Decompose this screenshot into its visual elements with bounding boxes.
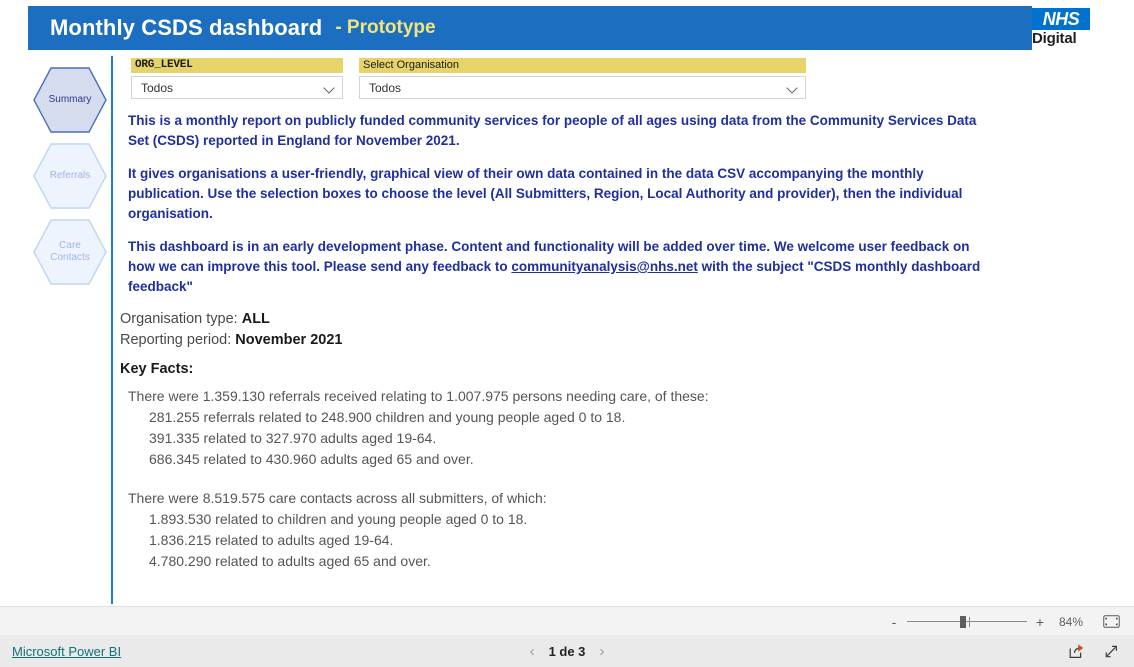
zoom-in-button[interactable]: + xyxy=(1032,615,1048,629)
status-bar: - + 84% xyxy=(0,606,1134,637)
facts-spacer xyxy=(128,470,709,488)
hexagon-navigation: Summary Referrals Care Contacts xyxy=(32,62,108,290)
fit-to-page-button[interactable] xyxy=(1098,613,1124,631)
sidebar-item-summary[interactable]: Summary xyxy=(32,62,108,138)
slicer-org-level: ORG_LEVEL Todos xyxy=(131,58,343,99)
referrals-item: 391.335 related to 327.970 adults aged 1… xyxy=(149,430,437,446)
organisation-type-row: Organisation type: ALL xyxy=(120,309,342,330)
hexagon-shape-icon xyxy=(33,143,107,209)
feedback-email-link[interactable]: communityanalysis@nhs.net xyxy=(511,259,697,274)
contacts-item: 1.836.215 related to adults aged 19-64. xyxy=(149,532,394,548)
nhs-logo-mark: NHS xyxy=(1032,8,1090,30)
slicer-organisation: Select Organisation Todos xyxy=(359,58,806,99)
zoom-percent-label: 84% xyxy=(1058,614,1084,629)
chevron-down-icon xyxy=(324,82,335,93)
intro-paragraph-3: This dashboard is in an early developmen… xyxy=(128,237,986,297)
vertical-divider xyxy=(111,56,113,604)
key-facts-heading: Key Facts: xyxy=(120,361,194,377)
referrals-lead: There were 1.359.130 referrals received … xyxy=(128,388,709,404)
next-page-button[interactable]: › xyxy=(585,643,618,660)
referrals-item: 686.345 related to 430.960 adults aged 6… xyxy=(149,451,474,467)
contacts-item: 4.780.290 related to adults aged 65 and … xyxy=(149,553,431,569)
zoom-slider-track xyxy=(907,620,1027,622)
share-button[interactable] xyxy=(1068,643,1085,660)
contacts-item: 1.893.530 related to children and young … xyxy=(149,511,528,527)
chevron-down-icon xyxy=(787,82,798,93)
zoom-slider[interactable] xyxy=(907,615,1027,628)
power-bi-report-window: Monthly CSDS dashboard - Prototype NHS D… xyxy=(0,0,1134,667)
nhs-digital-logo: NHS Digital xyxy=(1032,6,1098,50)
nhs-logo-word: Digital xyxy=(1032,30,1077,47)
report-footer: Microsoft Power BI ‹ 1 de 3 › xyxy=(0,635,1134,667)
focus-mode-button[interactable] xyxy=(1103,643,1120,660)
slicer-organisation-dropdown[interactable]: Todos xyxy=(359,76,806,99)
hexagon-shape-icon xyxy=(33,67,107,133)
focus-mode-icon xyxy=(1105,645,1117,657)
slicer-organisation-value: Todos xyxy=(369,80,402,95)
zoom-slider-tick xyxy=(969,616,970,627)
report-header-banner: Monthly CSDS dashboard - Prototype xyxy=(28,6,1032,50)
hexagon-shape-icon xyxy=(33,219,107,285)
referrals-item: 281.255 referrals related to 248.900 chi… xyxy=(149,409,626,425)
slicer-org-level-header: ORG_LEVEL xyxy=(131,58,343,73)
organisation-type-label: Organisation type: xyxy=(120,311,238,327)
previous-page-button[interactable]: ‹ xyxy=(516,643,549,660)
reporting-period-label: Reporting period: xyxy=(120,332,232,348)
fit-to-page-icon xyxy=(1102,615,1120,628)
intro-text-block: This is a monthly report on publicly fun… xyxy=(128,111,986,310)
page-title: Monthly CSDS dashboard xyxy=(50,15,323,40)
reporting-period-value: November 2021 xyxy=(235,332,343,348)
organisation-type-value: ALL xyxy=(241,311,270,327)
slicer-org-level-dropdown[interactable]: Todos xyxy=(131,76,343,99)
zoom-slider-thumb[interactable] xyxy=(960,615,966,628)
page-indicator: 1 de 3 xyxy=(548,643,586,659)
contacts-lead: There were 8.519.575 care contacts acros… xyxy=(128,490,547,506)
zoom-out-button[interactable]: - xyxy=(886,615,902,629)
report-canvas: Monthly CSDS dashboard - Prototype NHS D… xyxy=(0,0,1134,606)
reporting-period-row: Reporting period: November 2021 xyxy=(120,330,342,351)
intro-paragraph-1: This is a monthly report on publicly fun… xyxy=(128,113,977,148)
sidebar-item-care-contacts[interactable]: Care Contacts xyxy=(32,214,108,290)
footer-action-icons xyxy=(1068,643,1120,660)
page-navigation: ‹ 1 de 3 › xyxy=(0,643,1134,660)
share-export-icon xyxy=(1069,643,1084,658)
slicer-organisation-header: Select Organisation xyxy=(359,58,806,73)
key-facts-body: There were 1.359.130 referrals received … xyxy=(128,386,709,572)
sidebar-item-referrals[interactable]: Referrals xyxy=(32,138,108,214)
zoom-control: - + 84% xyxy=(886,613,1124,631)
slicer-org-level-value: Todos xyxy=(141,80,174,95)
report-meta: Organisation type: ALL Reporting period:… xyxy=(120,309,342,351)
intro-paragraph-2: It gives organisations a user-friendly, … xyxy=(128,166,963,221)
page-subtitle: - Prototype xyxy=(335,17,436,38)
